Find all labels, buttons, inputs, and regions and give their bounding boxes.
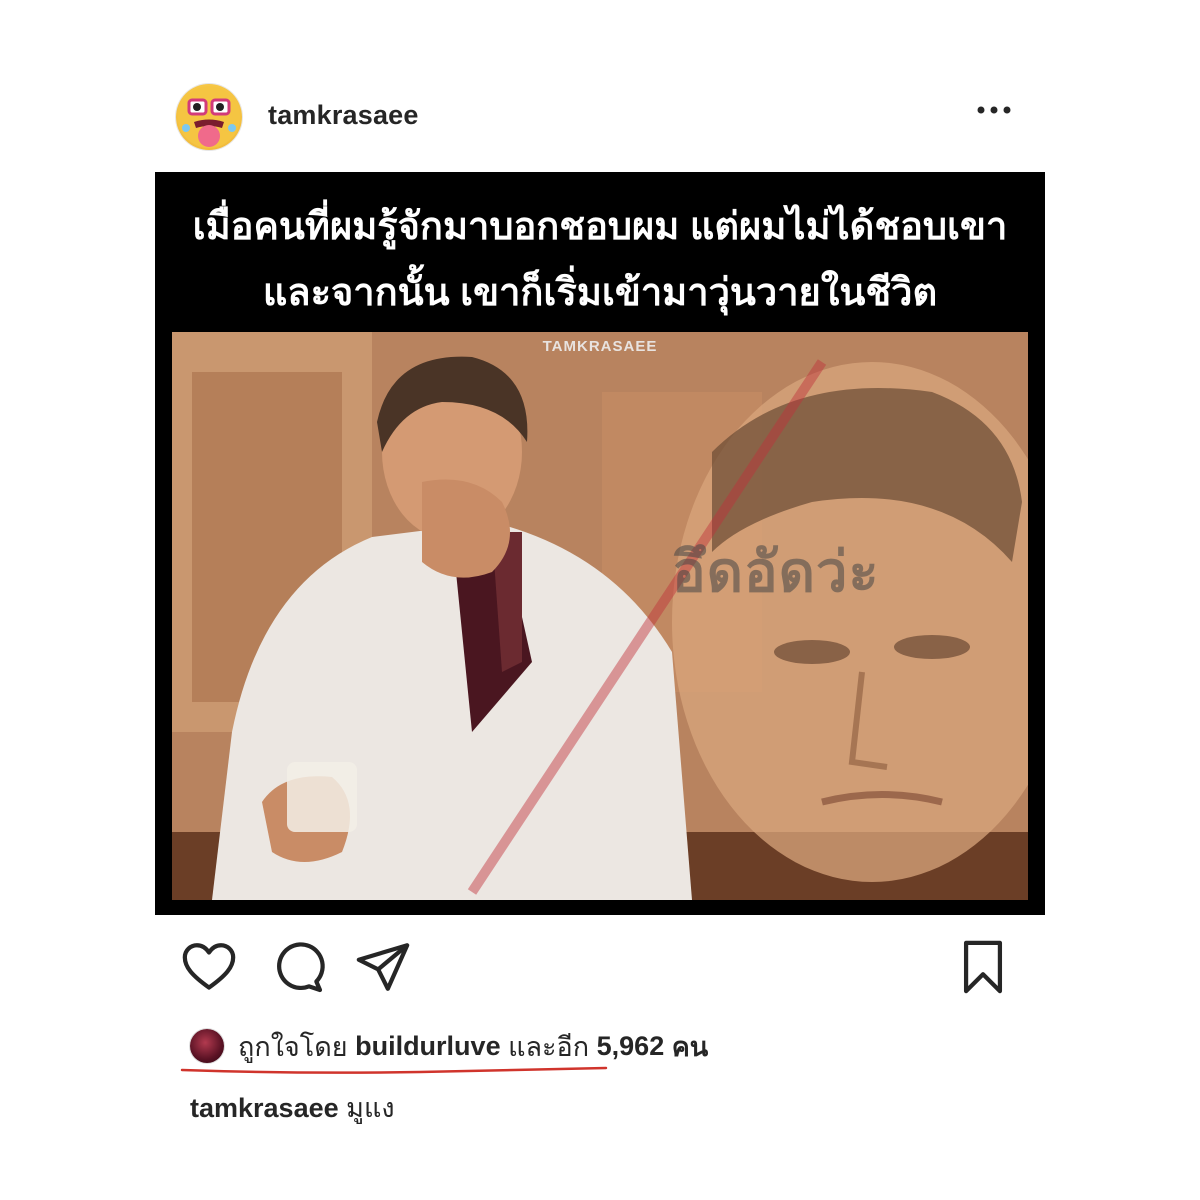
comment-button[interactable] [268,938,326,996]
meme-stamp-text: อึดอัดว่ะ [672,540,880,603]
meme-caption: เมื่อคนที่ผมรู้จักมาบอกชอบผม แต่ผมไม่ได้… [155,194,1045,326]
post-actions [180,938,1040,998]
meme-photo: TAMKRASAEE อึดอัดว่ะ [172,332,1028,900]
likes-suffix: คน [671,1031,709,1062]
post-username[interactable]: tamkrasaee [268,100,419,131]
watermark-text: TAMKRASAEE [542,338,658,355]
send-icon [356,943,410,991]
like-button[interactable] [180,938,238,996]
meme-caption-line-1: เมื่อคนที่ผมรู้จักมาบอกชอบผม แต่ผมไม่ได้… [192,206,1008,248]
post-header: tamkrasaee [176,80,1026,150]
heart-icon [182,943,236,990]
meme-caption-line-2: และจากนั้น เขาก็เริ่มเข้ามาวุ่นวายในชีวิ… [262,272,938,314]
meme-illustration [172,332,1028,900]
liked-by-username[interactable]: buildurluve [355,1031,501,1062]
share-button[interactable] [354,938,412,996]
more-horizontal-icon [977,106,1011,114]
post-image[interactable]: เมื่อคนที่ผมรู้จักมาบอกชอบผม แต่ผมไม่ได้… [155,172,1045,915]
likes-count[interactable]: 5,962 [597,1031,665,1062]
more-options-button[interactable] [974,90,1014,130]
caption-text: มูแง [346,1093,395,1123]
likes-summary[interactable]: ถูกใจโดย buildurluve และอีก 5,962 คน [190,1026,708,1066]
cartoon-face-icon [178,86,240,148]
comment-icon [277,942,325,993]
profile-avatar[interactable] [176,84,242,150]
post-caption: tamkrasaee มูแง [190,1086,395,1129]
caption-username[interactable]: tamkrasaee [190,1093,339,1123]
save-button[interactable] [954,938,1012,996]
liker-avatar [190,1029,224,1063]
red-underline-annotation [180,1066,608,1074]
bookmark-icon [963,940,1003,994]
